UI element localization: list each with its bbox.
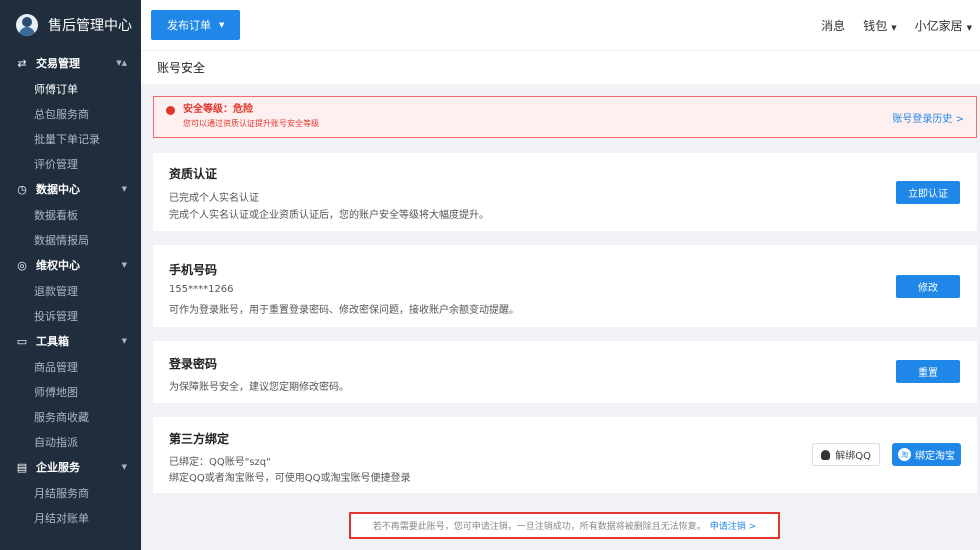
sidebar-group-label: 交易管理 (36, 57, 80, 70)
sidebar-group-toolbox[interactable]: ▭ 工具箱 ▼ (0, 328, 141, 354)
exchange-icon: ⇄ (17, 56, 27, 70)
qualification-card: 资质认证 已完成个人实名认证 完成个人实名认证或企业资质认证后，您的账户安全等级… (153, 153, 977, 231)
clock-icon: ◷ (17, 182, 27, 196)
sidebar-item-dashboard[interactable]: 数据看板 (0, 202, 141, 227)
sidebar-item-auto-assign[interactable]: 自动指派 (0, 429, 141, 454)
messages-link[interactable]: 消息 (821, 17, 845, 34)
caret-icon: ▼ (121, 337, 127, 345)
card-line: 为保障账号安全，建议您定期修改密码。 (169, 382, 349, 393)
card-title: 第三方绑定 (169, 432, 230, 446)
top-right-menu: 消息 钱包 ▼ 小亿家居 ▼ (803, 17, 980, 34)
reset-password-button[interactable]: 重置 (896, 360, 960, 383)
danger-dot-icon (166, 106, 175, 115)
security-level: 安全等级：危险 (183, 104, 253, 115)
wallet-label: 钱包 (863, 18, 888, 33)
unbind-qq-button[interactable]: 解绑QQ (812, 443, 880, 466)
sidebar-item-contractors[interactable]: 总包服务商 (0, 101, 141, 126)
card-line: 可作为登录账号，用于重置登录密码、修改密保问题，接收账户余额变动提醒。 (169, 305, 519, 316)
publish-order-label: 发布订单 (167, 19, 211, 32)
security-alert: 安全等级：危险 您可以通过资质认证提升账号安全等级 账号登录历史 > (153, 96, 977, 138)
user-menu[interactable]: 小亿家居 ▼ (915, 17, 972, 34)
card-line: 已绑定：QQ账号"szq" (169, 457, 271, 468)
caret-icon: ▼ (121, 261, 127, 269)
alert-text: 安全等级：危险 您可以通过资质认证提升账号安全等级 (183, 103, 319, 131)
sidebar-group-data[interactable]: ◷ 数据中心 ▼ (0, 176, 141, 202)
security-hint: 您可以通过资质认证提升账号安全等级 (183, 119, 319, 128)
app-logo: 售后管理中心 (0, 0, 141, 50)
building-icon: ▤ (16, 460, 28, 474)
service-avatar-icon (16, 14, 38, 36)
phone-card: 手机号码 155****1266 可作为登录账号，用于重置登录密码、修改密保问题… (153, 245, 977, 327)
sidebar-group-label: 工具箱 (36, 335, 69, 348)
card-title: 登录密码 (169, 357, 218, 371)
bind-taobao-label: 绑定淘宝 (915, 451, 955, 462)
app-title: 售后管理中心 (48, 18, 132, 34)
card-line: 绑定QQ或者淘宝账号，可使用QQ或淘宝账号便捷登录 (169, 473, 411, 484)
verify-now-button[interactable]: 立即认证 (896, 181, 960, 204)
sidebar-item-master-orders[interactable]: 师傅订单 (0, 76, 141, 101)
sidebar-group-label: 数据中心 (36, 183, 80, 196)
wallet-menu[interactable]: 钱包 ▼ (863, 17, 896, 34)
caret-icon: ▼ (121, 185, 127, 193)
card-title: 手机号码 (169, 263, 218, 277)
shield-icon: ◎ (17, 258, 27, 272)
card-line: 完成个人实名认证或企业资质认证后，您的账户安全等级将大幅度提升。 (169, 210, 489, 221)
sidebar-item-data-intel[interactable]: 数据情报局 (0, 227, 141, 252)
qq-icon (821, 449, 831, 460)
deletion-notice-text: 若不再需要此账号，您可申请注销，一旦注销成功，所有数据将被删除且无法恢复。 (372, 522, 706, 532)
phone-number: 155****1266 (169, 284, 234, 295)
sidebar-item-favorites[interactable]: 服务商收藏 (0, 404, 141, 429)
login-history-link[interactable]: 账号登录历史 > (892, 110, 964, 125)
chevron-down-icon: ▼ (966, 23, 972, 32)
user-name: 小亿家居 (914, 18, 963, 33)
sidebar-group-rights[interactable]: ◎ 维权中心 ▼ (0, 252, 141, 278)
sidebar-group-enterprise[interactable]: ▤ 企业服务 ▼ (0, 454, 141, 480)
caret-icon: ▼ (121, 463, 127, 471)
chevron-down-icon: ▼ (891, 23, 897, 32)
sidebar-item-monthly-providers[interactable]: 月结服务商 (0, 480, 141, 505)
sidebar-group-label: 企业服务 (36, 461, 80, 474)
sidebar-item-batch-orders[interactable]: 批量下单记录 (0, 126, 141, 151)
card-line: 已完成个人实名认证 (169, 193, 259, 204)
caret-icon: ▼▲ (116, 59, 127, 67)
publish-order-button[interactable]: 发布订单 ▼ (151, 10, 241, 40)
sidebar-item-refunds[interactable]: 退款管理 (0, 278, 141, 303)
sidebar-item-monthly-statements[interactable]: 月结对账单 (0, 505, 141, 530)
apply-deletion-link[interactable]: 申请注销 > (710, 519, 756, 532)
sidebar-group-trade[interactable]: ⇄ 交易管理 ▼▲ (0, 50, 141, 76)
modify-phone-button[interactable]: 修改 (896, 275, 960, 298)
sidebar-group-label: 维权中心 (36, 259, 80, 272)
chevron-down-icon: ▼ (219, 21, 225, 29)
sidebar-item-master-map[interactable]: 师傅地图 (0, 379, 141, 404)
bind-taobao-button[interactable]: 淘 绑定淘宝 (892, 443, 961, 466)
account-deletion-notice: 若不再需要此账号，您可申请注销，一旦注销成功，所有数据将被删除且无法恢复。 申请… (349, 512, 780, 539)
sidebar-item-products[interactable]: 商品管理 (0, 354, 141, 379)
unbind-qq-label: 解绑QQ (835, 451, 871, 462)
taobao-icon: 淘 (898, 448, 911, 461)
top-bar: 发布订单 ▼ 消息 钱包 ▼ 小亿家居 ▼ (141, 0, 980, 50)
card-title: 资质认证 (169, 167, 218, 181)
sidebar-item-reviews[interactable]: 评价管理 (0, 151, 141, 176)
sidebar: 售后管理中心 ⇄ 交易管理 ▼▲ 师傅订单 总包服务商 批量下单记录 评价管理 … (0, 0, 141, 550)
page-title: 账号安全 (141, 50, 980, 84)
password-card: 登录密码 为保障账号安全，建议您定期修改密码。 重置 (153, 341, 977, 403)
sidebar-item-complaints[interactable]: 投诉管理 (0, 303, 141, 328)
toolbox-icon: ▭ (16, 334, 28, 348)
